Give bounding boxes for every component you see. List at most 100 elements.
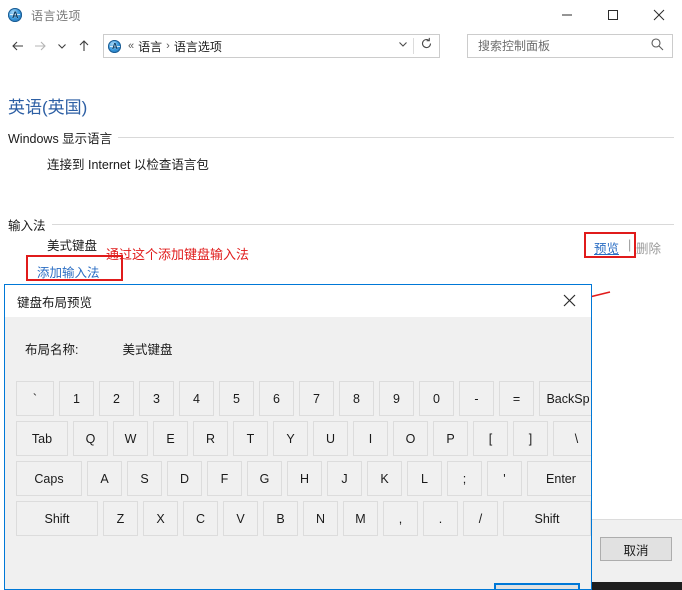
key-V[interactable]: V bbox=[223, 501, 258, 536]
arrow-right-icon[interactable] bbox=[29, 34, 51, 58]
key-label: Z bbox=[116, 511, 125, 526]
key-[interactable]: . bbox=[423, 501, 458, 536]
key-M[interactable]: M bbox=[343, 501, 378, 536]
key-[interactable]: - bbox=[459, 381, 494, 416]
key-label: 5 bbox=[233, 391, 240, 406]
key-4[interactable]: 4 bbox=[179, 381, 214, 416]
key-C[interactable]: C bbox=[183, 501, 218, 536]
breadcrumb-item-1[interactable]: 语言选项 bbox=[174, 38, 222, 55]
breadcrumb: « 语言 › 语言选项 bbox=[128, 38, 222, 55]
dialog-close-icon[interactable] bbox=[547, 285, 591, 316]
key-L[interactable]: L bbox=[407, 461, 442, 496]
key-[interactable]: , bbox=[383, 501, 418, 536]
key-G[interactable]: G bbox=[247, 461, 282, 496]
key-label: 4 bbox=[193, 391, 200, 406]
key-D[interactable]: D bbox=[167, 461, 202, 496]
key-Y[interactable]: Y bbox=[273, 421, 308, 456]
key-A[interactable]: A bbox=[87, 461, 122, 496]
key-U[interactable]: U bbox=[313, 421, 348, 456]
key-[interactable]: [ bbox=[473, 421, 508, 456]
key-B[interactable]: B bbox=[263, 501, 298, 536]
dialog-close-button[interactable]: 关闭 bbox=[494, 583, 580, 589]
key-P[interactable]: P bbox=[433, 421, 468, 456]
key-O[interactable]: O bbox=[393, 421, 428, 456]
key-BackSp[interactable]: BackSp bbox=[539, 381, 591, 416]
taskbar-strip bbox=[592, 582, 682, 590]
annotation-text: 通过这个添加键盘输入法 bbox=[106, 247, 250, 262]
key-K[interactable]: K bbox=[367, 461, 402, 496]
layout-name-label: 布局名称: bbox=[25, 343, 79, 357]
key-label: J bbox=[341, 471, 348, 486]
key-X[interactable]: X bbox=[143, 501, 178, 536]
close-button[interactable] bbox=[636, 0, 682, 30]
key-Caps[interactable]: Caps bbox=[16, 461, 82, 496]
key-0[interactable]: 0 bbox=[419, 381, 454, 416]
key-Shift[interactable]: Shift bbox=[16, 501, 98, 536]
preview-link[interactable]: 预览 bbox=[594, 238, 619, 257]
address-bar[interactable]: A « 语言 › 语言选项 bbox=[103, 34, 440, 58]
key-W[interactable]: W bbox=[113, 421, 148, 456]
key-[interactable]: \ bbox=[553, 421, 591, 456]
key-R[interactable]: R bbox=[193, 421, 228, 456]
key-label: D bbox=[179, 471, 190, 486]
window-title: 语言选项 bbox=[31, 8, 82, 23]
key-label: 8 bbox=[353, 391, 360, 406]
key-2[interactable]: 2 bbox=[99, 381, 134, 416]
breadcrumb-item-0[interactable]: 语言 bbox=[138, 38, 162, 55]
key-[interactable]: = bbox=[499, 381, 534, 416]
key-label: 6 bbox=[273, 391, 280, 406]
add-input-method-link[interactable]: 添加输入法 bbox=[37, 262, 100, 281]
key-label: F bbox=[220, 471, 229, 486]
key-[interactable]: ] bbox=[513, 421, 548, 456]
refresh-icon[interactable] bbox=[420, 37, 433, 55]
arrow-up-icon[interactable] bbox=[73, 34, 95, 58]
section-display-language-label: Windows 显示语言 bbox=[8, 132, 113, 146]
key-label: Shift bbox=[534, 511, 560, 526]
keyboard-row: Caps A S D F G H J K L; ' Enter bbox=[16, 461, 591, 496]
key-6[interactable]: 6 bbox=[259, 381, 294, 416]
key-[interactable]: / bbox=[463, 501, 498, 536]
key-label: X bbox=[156, 511, 165, 526]
key-label: V bbox=[236, 511, 245, 526]
key-label: E bbox=[166, 431, 175, 446]
maximize-button[interactable] bbox=[590, 0, 636, 30]
key-[interactable]: ` bbox=[16, 381, 54, 416]
minimize-button[interactable] bbox=[544, 0, 590, 30]
key-1[interactable]: 1 bbox=[59, 381, 94, 416]
key-7[interactable]: 7 bbox=[299, 381, 334, 416]
app-window: 取消 A 语言选项 A « 语言 › 语言选项 搜索控制面板 英语(英国) Wi… bbox=[0, 0, 682, 590]
key-Q[interactable]: Q bbox=[73, 421, 108, 456]
search-icon[interactable] bbox=[650, 37, 664, 56]
key-Tab[interactable]: Tab bbox=[16, 421, 68, 456]
key-Shift[interactable]: Shift bbox=[503, 501, 591, 536]
key-label: U bbox=[325, 431, 336, 446]
address-chevron-down-icon[interactable] bbox=[397, 37, 409, 55]
key-label: T bbox=[246, 431, 255, 446]
key-5[interactable]: 5 bbox=[219, 381, 254, 416]
key-Enter[interactable]: Enter bbox=[527, 461, 591, 496]
key-J[interactable]: J bbox=[327, 461, 362, 496]
key-H[interactable]: H bbox=[287, 461, 322, 496]
recent-locations-chevron-down-icon[interactable] bbox=[51, 34, 73, 58]
search-box[interactable] bbox=[467, 34, 673, 58]
key-[interactable]: ; bbox=[447, 461, 482, 496]
key-label: G bbox=[259, 471, 270, 486]
background-cancel-button[interactable]: 取消 bbox=[600, 537, 672, 561]
key-9[interactable]: 9 bbox=[379, 381, 414, 416]
search-input[interactable] bbox=[476, 38, 636, 54]
keyboard-row: Shift Z X C V B N M,. / Shift bbox=[16, 501, 591, 536]
key-8[interactable]: 8 bbox=[339, 381, 374, 416]
key-I[interactable]: I bbox=[353, 421, 388, 456]
delete-link: 删除 bbox=[636, 242, 662, 256]
key-F[interactable]: F bbox=[207, 461, 242, 496]
address-divider bbox=[413, 38, 414, 54]
key-E[interactable]: E bbox=[153, 421, 188, 456]
key-N[interactable]: N bbox=[303, 501, 338, 536]
key-3[interactable]: 3 bbox=[139, 381, 174, 416]
arrow-left-icon[interactable] bbox=[7, 34, 29, 58]
key-[interactable]: ' bbox=[487, 461, 522, 496]
link-separator: | bbox=[628, 238, 632, 252]
key-T[interactable]: T bbox=[233, 421, 268, 456]
key-S[interactable]: S bbox=[127, 461, 162, 496]
key-Z[interactable]: Z bbox=[103, 501, 138, 536]
